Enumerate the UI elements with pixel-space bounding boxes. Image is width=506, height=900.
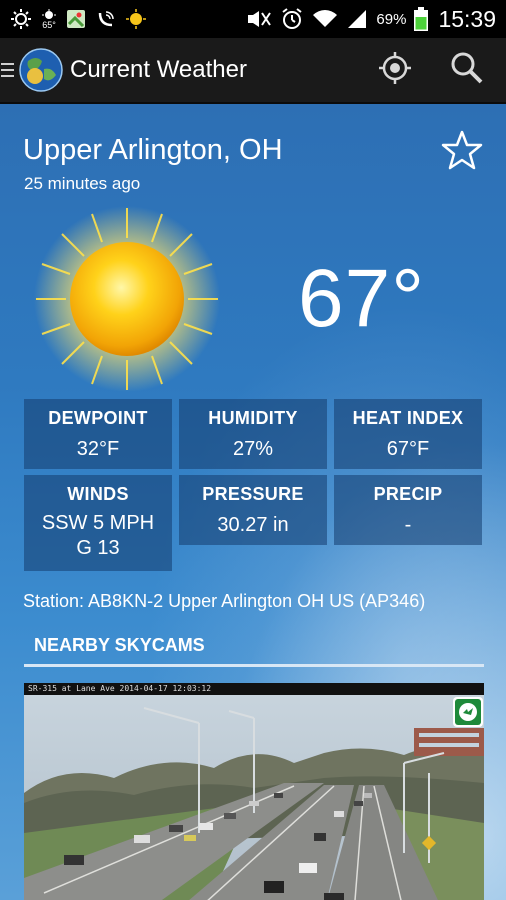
status-bar: 65° 69% 15:39 [0,0,506,38]
precip-label: PRECIP [373,484,443,504]
current-temperature: 67° [298,253,426,344]
cell-signal-icon [346,9,368,29]
pressure-value: 30.27 in [217,514,289,536]
brightness-icon [10,8,32,30]
winds-label: WINDS [67,484,129,504]
section-divider [24,664,484,667]
precip-value: - [404,514,412,536]
battery-icon [414,7,429,31]
winds-card: WINDS SSW 5 MPH G 13 [24,475,172,571]
dewpoint-card: DEWPOINT 32°F [24,399,172,469]
location-name: Upper Arlington, OH [23,134,283,166]
updated-time: 25 minutes ago [24,174,141,193]
pressure-card: PRESSURE 30.27 in [179,475,327,545]
skycams-header: NEARBY SKYCAMS [34,635,205,655]
mute-icon [246,9,272,29]
station-info: Station: AB8KN-2 Upper Arlington OH US (… [23,591,426,611]
heat-index-value: 67°F [386,438,430,460]
winds-value-line2: G 13 [76,537,120,559]
menu-icon[interactable] [0,63,16,77]
sun-notification-icon [126,9,146,29]
heat-index-label: HEAT INDEX [352,408,464,428]
dewpoint-value: 32°F [76,438,120,460]
wifi-icon [312,9,338,29]
skycam-badge-icon [453,697,483,732]
humidity-label: HUMIDITY [208,408,298,428]
winds-value-line1: SSW 5 MPH [41,512,155,534]
location-target-icon[interactable] [378,51,412,90]
app-globe-icon[interactable] [18,47,64,93]
skycam-caption: SR-315 at Lane Ave 2014-04-17 12:03:12 [24,683,484,695]
app-title: Current Weather [70,56,247,83]
dewpoint-label: DEWPOINT [48,408,148,428]
clock: 15:39 [438,5,496,32]
skycam-image[interactable]: SR-315 at Lane Ave 2014-04-17 12:03:12 [24,683,484,900]
alarm-icon [280,7,304,31]
pressure-label: PRESSURE [202,484,304,504]
precip-card: PRECIP - [334,475,482,545]
humidity-card: HUMIDITY 27% [179,399,327,469]
favorite-star-icon[interactable] [440,128,484,177]
battery-percent: 69% [376,10,407,28]
notification-temp: 65° [42,19,56,30]
sun-icon [32,204,222,394]
search-icon[interactable] [450,51,484,90]
heat-index-card: HEAT INDEX 67°F [334,399,482,469]
humidity-value: 27% [232,438,274,460]
weather-notification-icon: 65° [42,8,56,30]
phone-signal-icon [96,9,116,29]
action-bar: Current Weather [0,38,506,104]
maps-icon [66,9,86,29]
weather-content: Upper Arlington, OH 25 minutes ago 67° D… [0,104,506,900]
